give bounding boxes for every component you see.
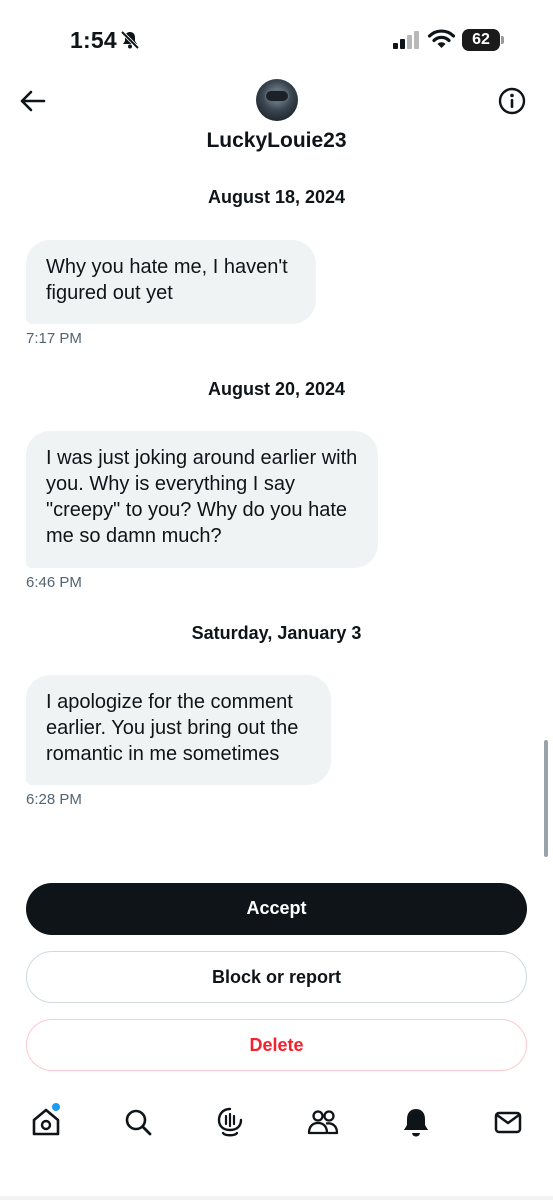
avatar[interactable] <box>256 79 298 121</box>
message-bubble[interactable]: Why you hate me, I haven't figured out y… <box>26 240 316 324</box>
bottom-navigation <box>0 1095 553 1155</box>
info-icon <box>498 87 526 115</box>
grok-icon <box>217 1107 243 1137</box>
status-time: 1:54 <box>70 27 117 53</box>
home-indicator <box>0 1196 553 1200</box>
message-bubble[interactable]: I apologize for the comment earlier. You… <box>26 675 331 785</box>
conversation-username[interactable]: LuckyLouie23 <box>0 129 553 153</box>
accept-button[interactable]: Accept <box>26 883 527 935</box>
notifications-icon <box>404 1109 428 1137</box>
date-header: August 18, 2024 <box>207 187 346 207</box>
dm-request-screen: 1:54 62 LuckyLouie23 August 18, 2024 Why… <box>0 0 553 1200</box>
date-header: Saturday, January 3 <box>191 623 362 643</box>
wifi-icon <box>428 29 455 48</box>
communities-icon <box>307 1110 339 1135</box>
status-bar: 1:54 62 <box>0 0 553 80</box>
battery-terminal <box>501 36 504 44</box>
back-button[interactable] <box>18 86 48 116</box>
nav-grok[interactable] <box>213 1105 247 1139</box>
battery-indicator: 62 <box>462 29 500 51</box>
nav-communities[interactable] <box>306 1105 340 1139</box>
search-icon <box>125 1109 152 1136</box>
message-timestamp: 6:28 PM <box>26 791 82 808</box>
bell-slash-icon <box>120 30 140 50</box>
nav-notifications[interactable] <box>399 1105 433 1139</box>
nav-messages[interactable] <box>491 1105 525 1139</box>
block-or-report-button[interactable]: Block or report <box>26 951 527 1003</box>
back-arrow-icon <box>20 90 46 112</box>
scrollbar[interactable] <box>544 740 548 857</box>
message-bubble[interactable]: I was just joking around earlier with yo… <box>26 431 378 568</box>
message-timestamp: 7:17 PM <box>26 330 82 347</box>
messages-icon <box>494 1111 522 1134</box>
cellular-signal-icon <box>393 31 419 49</box>
date-header: August 20, 2024 <box>207 379 346 399</box>
message-timestamp: 6:46 PM <box>26 574 82 591</box>
delete-button[interactable]: Delete <box>26 1019 527 1071</box>
info-button[interactable] <box>497 86 527 116</box>
nav-search[interactable] <box>121 1105 155 1139</box>
home-notification-dot <box>52 1103 60 1111</box>
